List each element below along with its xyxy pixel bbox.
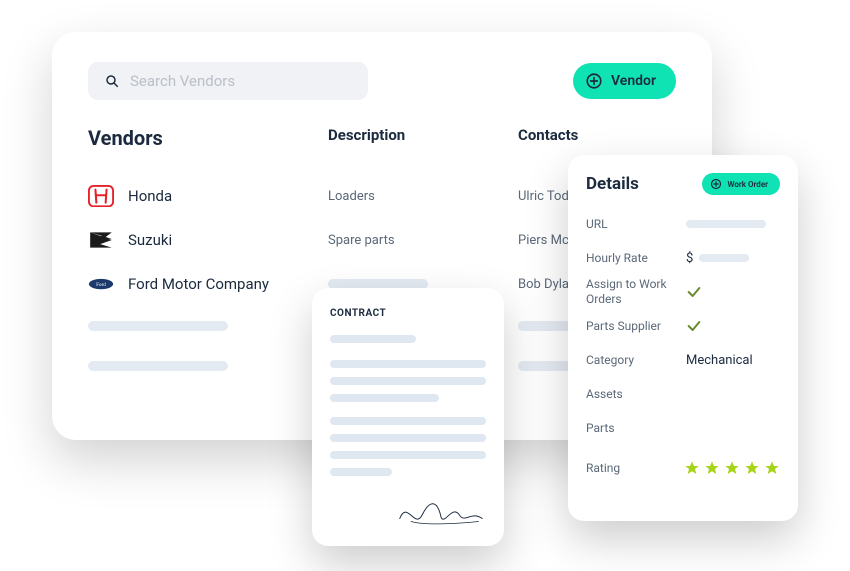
label-url: URL [586,217,686,232]
value-url [686,220,780,228]
value-rating [684,460,780,476]
column-contacts: Contacts [518,126,676,150]
search-icon [104,73,120,89]
svg-text:Ford: Ford [96,282,106,288]
suzuki-logo-icon [88,228,114,252]
vendor-name: Honda [128,187,172,205]
check-icon [686,318,702,334]
star-icon [744,460,760,476]
honda-logo-icon [88,184,114,208]
label-supplier: Parts Supplier [586,319,686,334]
value-category: Mechanical [686,353,780,368]
value-assign [686,284,780,300]
column-vendors: Vendors [88,126,328,150]
add-vendor-label: Vendor [611,73,656,89]
search-input[interactable]: Search Vendors [88,62,368,100]
contract-title: CONTRACT [330,308,486,319]
ford-logo-icon: Ford [88,272,114,296]
label-assign: Assign to Work Orders [586,277,686,307]
vendor-description: Loaders [328,189,518,204]
vendor-name: Suzuki [128,231,172,249]
value-supplier [686,318,780,334]
contract-card: CONTRACT [312,288,504,546]
star-icon [684,460,700,476]
check-icon [686,284,702,300]
vendor-description: Spare parts [328,233,518,248]
add-vendor-button[interactable]: Vendor [573,63,676,99]
details-card: Details Work Order URL Hourly Rate $ Ass… [568,155,798,521]
search-placeholder: Search Vendors [130,72,235,90]
star-icon [764,460,780,476]
signature-icon [396,496,486,532]
label-parts: Parts [586,421,686,436]
label-hourly-rate: Hourly Rate [586,251,686,266]
value-hourly-rate: $ [686,251,780,266]
work-order-button[interactable]: Work Order [702,173,780,195]
details-title: Details [586,174,639,194]
column-description: Description [328,126,518,150]
plus-circle-icon [710,178,722,190]
work-order-label: Work Order [727,180,768,189]
star-icon [724,460,740,476]
vendor-name: Ford Motor Company [128,275,269,293]
label-assets: Assets [586,387,686,402]
star-icon [704,460,720,476]
label-category: Category [586,353,686,368]
plus-circle-icon [585,72,603,90]
label-rating: Rating [586,461,684,476]
